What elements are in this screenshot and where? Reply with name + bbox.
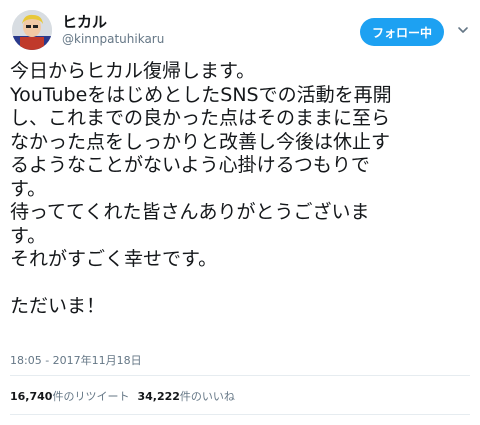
tweet-line: 今日からヒカル復帰します。 bbox=[10, 60, 256, 82]
tweet-line: す。 bbox=[10, 224, 47, 247]
timestamp[interactable]: 18:05 - 2017年11月18日 bbox=[10, 352, 142, 368]
retweet-stat[interactable]: 16,740件のリツイート bbox=[10, 390, 129, 403]
tweet-line: それがすごく幸せです。 bbox=[10, 248, 218, 270]
following-button[interactable]: フォロー中 bbox=[360, 18, 444, 46]
retweet-label: 件のリツイート bbox=[52, 390, 130, 403]
tweet-line: YouTubeをはじめとしたSNSでの活動を再開 bbox=[10, 83, 392, 106]
chevron-down-icon[interactable] bbox=[457, 24, 469, 36]
display-name[interactable]: ヒカル bbox=[62, 11, 107, 32]
tweet-line: し、これまでの良かった点はそのままに至ら bbox=[10, 107, 391, 129]
avatar-image bbox=[12, 10, 52, 50]
tweet-line: す。 bbox=[10, 177, 47, 200]
avatar[interactable] bbox=[12, 10, 52, 50]
tweet-card: ヒカル @kinnpatuhikaru フォロー中 今日からヒカル復帰します。 … bbox=[0, 0, 480, 425]
tweet-text: 今日からヒカル復帰します。 YouTubeをはじめとしたSNSでの活動を再開 し… bbox=[10, 60, 472, 319]
divider bbox=[10, 375, 470, 376]
divider bbox=[10, 414, 470, 415]
like-label: 件のいいね bbox=[179, 390, 235, 403]
tweet-line: るようなことがないよう心掛けるつもりで bbox=[10, 154, 370, 176]
tweet-line: ただいま！ bbox=[10, 295, 106, 317]
username[interactable]: @kinnpatuhikaru bbox=[62, 32, 164, 46]
tweet-line: 待っててくれた皆さんありがとうございま bbox=[10, 201, 370, 223]
like-count: 34,222 bbox=[137, 390, 180, 403]
retweet-count: 16,740 bbox=[10, 390, 53, 403]
tweet-stats: 16,740件のリツイート 34,222件のいいね bbox=[10, 388, 235, 404]
like-stat[interactable]: 34,222件のいいね bbox=[137, 390, 234, 403]
tweet-line: なかった点をしっかりと改善し今後は休止す bbox=[10, 130, 391, 153]
tweet-line bbox=[10, 272, 472, 296]
